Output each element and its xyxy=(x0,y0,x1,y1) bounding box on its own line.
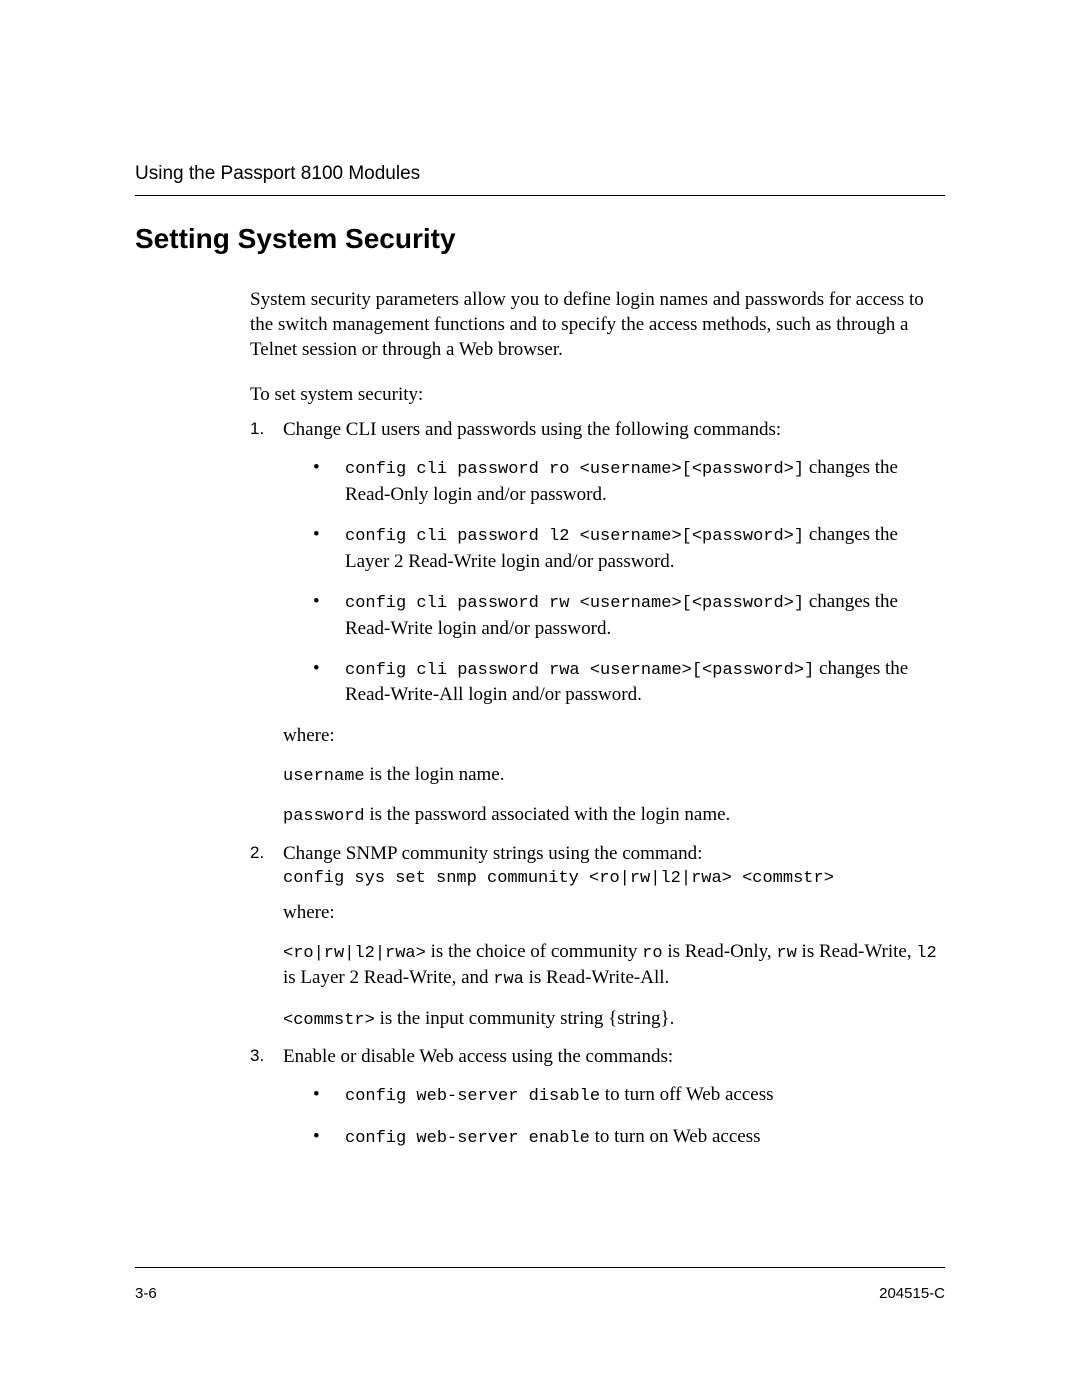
section-title: Setting System Security xyxy=(135,223,945,255)
code: <ro|rw|l2|rwa> xyxy=(283,944,426,963)
where-label: where: xyxy=(283,900,945,925)
document-id: 204515-C xyxy=(879,1285,945,1302)
page-number: 3-6 xyxy=(135,1285,157,1302)
where-label: where: xyxy=(283,723,945,748)
bullet-web-disable: config web-server disable to turn off We… xyxy=(313,1082,945,1109)
code: <commstr> xyxy=(283,1011,375,1030)
lead-in: To set system security: xyxy=(250,384,945,406)
step-2-command: config sys set snmp community <ro|rw|l2|… xyxy=(283,869,945,888)
code: config cli password rw <username>[<passw… xyxy=(345,594,804,613)
code: username xyxy=(283,767,365,786)
step-3-title: Enable or disable Web access using the c… xyxy=(283,1046,945,1068)
code: rwa xyxy=(493,970,524,989)
body: System security parameters allow you to … xyxy=(250,287,945,1150)
bullet-cli-l2: config cli password l2 <username>[<passw… xyxy=(313,522,945,574)
intro-paragraph: System security parameters allow you to … xyxy=(250,287,945,362)
code: password xyxy=(283,807,365,826)
bullet-cli-ro: config cli password ro <username>[<passw… xyxy=(313,455,945,507)
code: config cli password rwa <username>[<pass… xyxy=(345,661,814,680)
code: config web-server enable xyxy=(345,1129,590,1148)
text: is Layer 2 Read-Write, and xyxy=(283,967,493,988)
text: to turn off Web access xyxy=(600,1084,773,1105)
code: config cli password l2 <username>[<passw… xyxy=(345,527,804,546)
step-2-title: Change SNMP community strings using the … xyxy=(283,843,945,865)
text: is Read-Write, xyxy=(797,941,917,962)
step-3-bullets: config web-server disable to turn off We… xyxy=(313,1082,945,1150)
step-3: Enable or disable Web access using the c… xyxy=(250,1046,945,1150)
bullet-cli-rw: config cli password rw <username>[<passw… xyxy=(313,589,945,641)
bullet-web-enable: config web-server enable to turn on Web … xyxy=(313,1124,945,1151)
where-password: password is the password associated with… xyxy=(283,802,945,828)
text: is Read-Write-All. xyxy=(524,967,669,988)
text: is the login name. xyxy=(365,764,505,785)
where-commstr: <commstr> is the input community string … xyxy=(283,1006,945,1032)
bullet-cli-rwa: config cli password rwa <username>[<pass… xyxy=(313,656,945,708)
text: is the choice of community xyxy=(426,941,642,962)
code: rw xyxy=(776,944,796,963)
running-header: Using the Passport 8100 Modules xyxy=(135,163,945,196)
step-2: Change SNMP community strings using the … xyxy=(250,843,945,1032)
step-1: Change CLI users and passwords using the… xyxy=(250,419,945,828)
where-community-choice: <ro|rw|l2|rwa> is the choice of communit… xyxy=(283,939,945,992)
step-1-title: Change CLI users and passwords using the… xyxy=(283,419,945,441)
code: l2 xyxy=(916,944,936,963)
text: to turn on Web access xyxy=(590,1126,761,1147)
code: config web-server disable xyxy=(345,1087,600,1106)
where-username: username is the login name. xyxy=(283,762,945,788)
text: is the password associated with the logi… xyxy=(365,804,731,825)
code: config cli password ro <username>[<passw… xyxy=(345,460,804,479)
step-list: Change CLI users and passwords using the… xyxy=(250,419,945,1150)
text: is Read-Only, xyxy=(663,941,777,962)
code: ro xyxy=(642,944,662,963)
page-footer: 3-6 204515-C xyxy=(135,1267,945,1302)
step-1-bullets: config cli password ro <username>[<passw… xyxy=(313,455,945,708)
page-content: Using the Passport 8100 Modules Setting … xyxy=(0,0,1080,1150)
text: is the input community string {string}. xyxy=(375,1008,675,1029)
